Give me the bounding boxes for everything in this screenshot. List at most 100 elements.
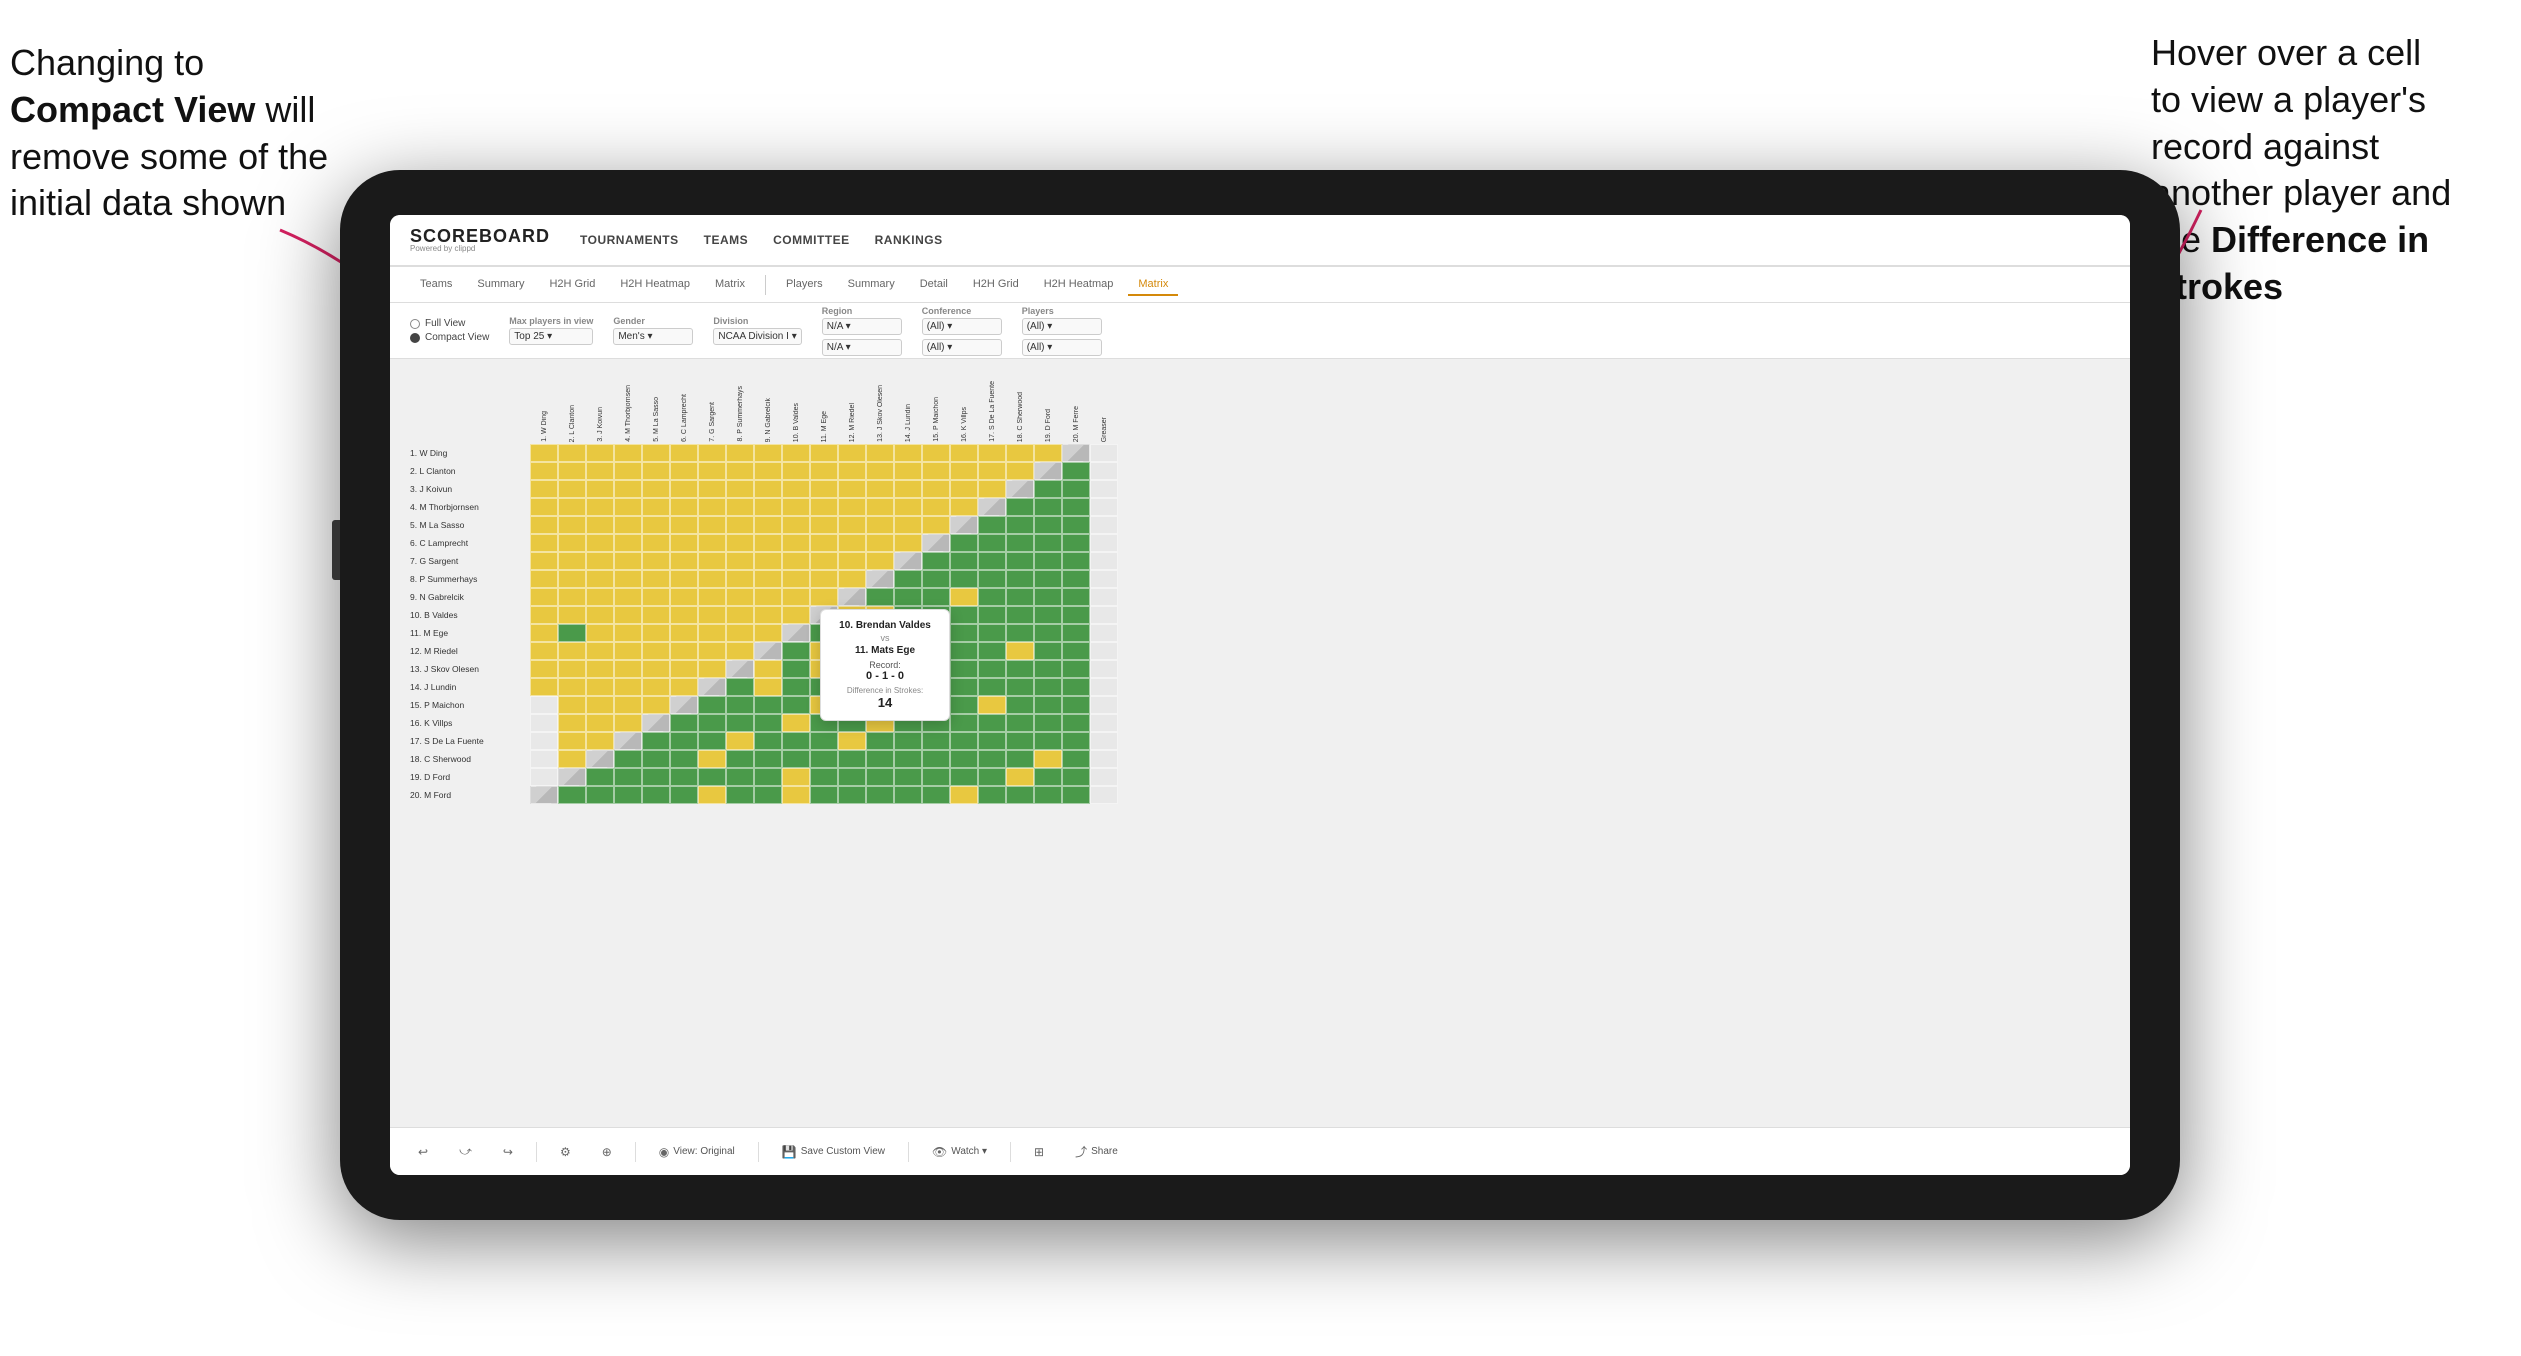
grid-cell-12-20[interactable] — [1090, 570, 1118, 588]
grid-cell-5-0[interactable] — [530, 696, 558, 714]
grid-cell-16-11[interactable] — [838, 498, 866, 516]
grid-cell-2-13[interactable] — [894, 750, 922, 768]
grid-cell-17-10[interactable] — [810, 480, 838, 498]
grid-cell-17-7[interactable] — [726, 480, 754, 498]
grid-cell-5-3[interactable] — [614, 696, 642, 714]
grid-cell-19-15[interactable] — [950, 444, 978, 462]
grid-cell-15-10[interactable] — [810, 516, 838, 534]
grid-cell-4-0[interactable] — [530, 714, 558, 732]
grid-cell-3-4[interactable] — [642, 732, 670, 750]
nav-teams[interactable]: TEAMS — [704, 233, 749, 247]
grid-cell-2-11[interactable] — [838, 750, 866, 768]
grid-cell-19-3[interactable] — [614, 444, 642, 462]
grid-cell-17-3[interactable] — [614, 480, 642, 498]
grid-cell-16-4[interactable] — [642, 498, 670, 516]
grid-cell-13-14[interactable] — [922, 552, 950, 570]
grid-cell-11-3[interactable] — [614, 588, 642, 606]
grid-cell-11-19[interactable] — [1062, 588, 1090, 606]
grid-cell-9-0[interactable] — [530, 624, 558, 642]
grid-cell-10-15[interactable] — [950, 606, 978, 624]
grid-cell-0-20[interactable] — [1090, 786, 1118, 804]
grid-cell-6-16[interactable] — [978, 678, 1006, 696]
grid-cell-13-20[interactable] — [1090, 552, 1118, 570]
grid-cell-15-7[interactable] — [726, 516, 754, 534]
undo-btn[interactable]: ↩ — [410, 1141, 436, 1163]
grid-cell-17-13[interactable] — [894, 480, 922, 498]
grid-cell-17-16[interactable] — [978, 480, 1006, 498]
grid-cell-2-18[interactable] — [1034, 750, 1062, 768]
grid-cell-19-5[interactable] — [670, 444, 698, 462]
grid-cell-18-2[interactable] — [586, 462, 614, 480]
subnav-matrix-right[interactable]: Matrix — [1128, 274, 1178, 296]
grid-cell-14-7[interactable] — [726, 534, 754, 552]
grid-cell-16-7[interactable] — [726, 498, 754, 516]
grid-cell-16-3[interactable] — [614, 498, 642, 516]
grid-cell-3-2[interactable] — [586, 732, 614, 750]
full-view-radio[interactable] — [410, 319, 420, 329]
grid-cell-3-14[interactable] — [922, 732, 950, 750]
grid-cell-11-7[interactable] — [726, 588, 754, 606]
grid-cell-11-1[interactable] — [558, 588, 586, 606]
grid-cell-13-13[interactable] — [894, 552, 922, 570]
grid-cell-3-1[interactable] — [558, 732, 586, 750]
grid-cell-15-20[interactable] — [1090, 516, 1118, 534]
grid-cell-1-17[interactable] — [1006, 768, 1034, 786]
grid-cell-5-1[interactable] — [558, 696, 586, 714]
grid-cell-8-3[interactable] — [614, 642, 642, 660]
grid-cell-7-18[interactable] — [1034, 660, 1062, 678]
grid-cell-5-2[interactable] — [586, 696, 614, 714]
grid-cell-14-11[interactable] — [838, 534, 866, 552]
grid-cell-12-9[interactable] — [782, 570, 810, 588]
grid-cell-1-10[interactable] — [810, 768, 838, 786]
grid-cell-8-6[interactable] — [698, 642, 726, 660]
grid-cell-17-9[interactable] — [782, 480, 810, 498]
grid-cell-13-11[interactable] — [838, 552, 866, 570]
grid-cell-14-13[interactable] — [894, 534, 922, 552]
grid-cell-8-5[interactable] — [670, 642, 698, 660]
grid-cell-10-6[interactable] — [698, 606, 726, 624]
grid-cell-15-14[interactable] — [922, 516, 950, 534]
grid-cell-9-7[interactable] — [726, 624, 754, 642]
grid-cell-19-7[interactable] — [726, 444, 754, 462]
grid-cell-2-4[interactable] — [642, 750, 670, 768]
grid-cell-7-9[interactable] — [782, 660, 810, 678]
grid-cell-16-6[interactable] — [698, 498, 726, 516]
grid-cell-18-7[interactable] — [726, 462, 754, 480]
grid-cell-19-17[interactable] — [1006, 444, 1034, 462]
grid-cell-8-18[interactable] — [1034, 642, 1062, 660]
grid-cell-19-8[interactable] — [754, 444, 782, 462]
grid-cell-1-14[interactable] — [922, 768, 950, 786]
grid-cell-18-3[interactable] — [614, 462, 642, 480]
grid-cell-16-16[interactable] — [978, 498, 1006, 516]
grid-cell-10-19[interactable] — [1062, 606, 1090, 624]
grid-cell-2-3[interactable] — [614, 750, 642, 768]
grid-cell-11-4[interactable] — [642, 588, 670, 606]
watch-btn[interactable]: 👁 Watch ▾ — [924, 1141, 995, 1163]
grid-cell-16-0[interactable] — [530, 498, 558, 516]
grid-cell-16-19[interactable] — [1062, 498, 1090, 516]
grid-cell-13-7[interactable] — [726, 552, 754, 570]
grid-cell-14-2[interactable] — [586, 534, 614, 552]
grid-cell-0-6[interactable] — [698, 786, 726, 804]
grid-cell-4-17[interactable] — [1006, 714, 1034, 732]
grid-cell-6-1[interactable] — [558, 678, 586, 696]
grid-cell-14-5[interactable] — [670, 534, 698, 552]
grid-cell-18-4[interactable] — [642, 462, 670, 480]
grid-cell-9-19[interactable] — [1062, 624, 1090, 642]
region-select-2[interactable]: N/A ▾ — [822, 339, 902, 356]
grid-cell-3-15[interactable] — [950, 732, 978, 750]
grid-cell-16-18[interactable] — [1034, 498, 1062, 516]
grid-cell-18-8[interactable] — [754, 462, 782, 480]
grid-cell-3-8[interactable] — [754, 732, 782, 750]
max-players-select[interactable]: Top 25 ▾ — [509, 328, 593, 345]
grid-cell-6-9[interactable] — [782, 678, 810, 696]
grid-cell-9-2[interactable] — [586, 624, 614, 642]
grid-cell-13-5[interactable] — [670, 552, 698, 570]
grid-cell-7-3[interactable] — [614, 660, 642, 678]
grid-cell-19-4[interactable] — [642, 444, 670, 462]
grid-cell-7-19[interactable] — [1062, 660, 1090, 678]
grid-cell-5-9[interactable] — [782, 696, 810, 714]
grid-cell-11-9[interactable] — [782, 588, 810, 606]
grid-cell-7-5[interactable] — [670, 660, 698, 678]
grid-cell-3-0[interactable] — [530, 732, 558, 750]
